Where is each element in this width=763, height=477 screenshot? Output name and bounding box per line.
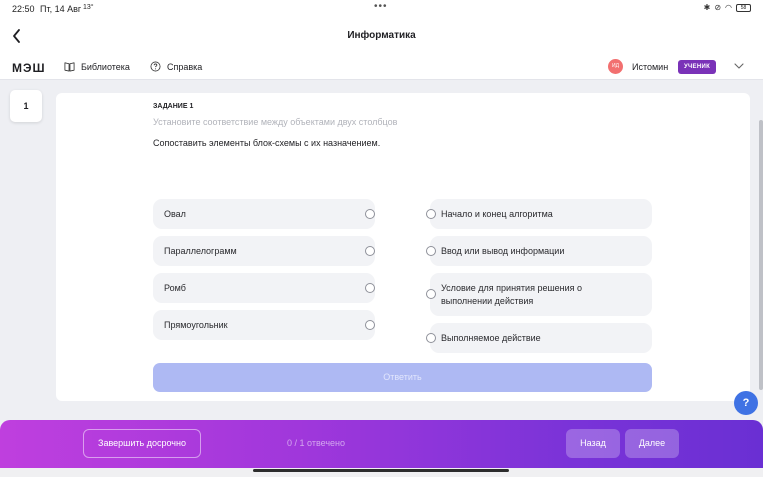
progress-text: 0 / 1 отвечено [287,438,345,448]
right-item-action[interactable]: Выполняемое действие [426,323,652,353]
avatar[interactable]: ИД [608,59,623,74]
right-item-label: Начало и конец алгоритма [441,209,553,219]
help-link[interactable]: Справка [150,61,202,72]
finish-early-button[interactable]: Завершить досрочно [83,429,201,458]
help-label: Справка [167,61,203,72]
system-icons: ✱ ⊘ ◠ 58 [704,3,751,12]
match-radio[interactable] [365,320,375,330]
left-item-label: Овал [164,209,186,219]
next-button[interactable]: Далее [625,429,679,458]
right-item-label: Ввод или вывод информации [441,246,565,256]
match-radio[interactable] [426,209,436,219]
status-time: 22:50 [12,4,35,14]
task-label: ЗАДАНИЕ 1 [153,103,194,110]
multiwindow-dots-icon[interactable]: ••• [374,1,388,12]
nav-bar: МЭШ Библиотека Справка ИД Истомин УЧЕНИК [0,54,763,80]
right-item-label: Выполняемое действие [441,333,541,343]
left-item-label: Ромб [164,283,186,293]
wifi-icon: ◠ [725,3,732,12]
help-circle-icon [150,61,161,72]
left-item-oval[interactable]: Овал [153,199,375,229]
mesh-logo[interactable]: МЭШ [12,61,46,75]
match-radio[interactable] [365,246,375,256]
task-card: ЗАДАНИЕ 1 Установите соответствие между … [56,93,750,401]
left-item-label: Прямоугольник [164,320,228,330]
chevron-down-icon[interactable] [734,62,744,70]
scrollbar[interactable] [759,120,763,390]
library-link[interactable]: Библиотека [64,61,130,72]
match-radio[interactable] [426,246,436,256]
book-icon [64,62,75,72]
task-question: Сопоставить элементы блок-схемы с их наз… [153,138,381,148]
match-radio[interactable] [365,283,375,293]
right-item-condition[interactable]: Условие для принятия решения о выполнени… [426,273,652,316]
user-name[interactable]: Истомин [632,62,668,72]
match-radio[interactable] [365,209,375,219]
status-bar: 22:50 Пт, 14 Авг 13° ••• ✱ ⊘ ◠ 58 [0,0,763,18]
left-item-rectangle[interactable]: Прямоугольник [153,310,375,340]
left-item-parallelogram[interactable]: Параллелограмм [153,236,375,266]
mute-icon: ⊘ [714,3,722,12]
battery-icon: 58 [736,3,751,12]
match-radio[interactable] [426,333,436,343]
task-instruction: Установите соответствие между объектами … [153,117,398,127]
status-date: Пт, 14 Авг [40,4,82,14]
status-temperature: 13° [83,4,94,11]
right-item-input-output[interactable]: Ввод или вывод информации [426,236,652,266]
library-label: Библиотека [81,61,130,72]
gesture-bar[interactable] [253,469,509,472]
match-radio[interactable] [426,289,436,299]
back-button[interactable]: Назад [566,429,620,458]
bottom-bar: Завершить досрочно 0 / 1 отвечено Назад … [0,420,763,468]
left-item-label: Параллелограмм [164,246,237,256]
help-fab-button[interactable]: ? [734,391,758,415]
bluetooth-icon: ✱ [703,3,711,12]
app-bar: Информатика [0,18,763,54]
role-badge: УЧЕНИК [678,60,717,74]
page-title: Информатика [347,30,416,41]
right-item-label: Условие для принятия решения о выполнени… [441,283,583,306]
answer-button[interactable]: Ответить [153,363,652,392]
task-number-tile[interactable]: 1 [10,90,42,122]
left-item-rhombus[interactable]: Ромб [153,273,375,303]
right-item-start-end[interactable]: Начало и конец алгоритма [426,199,652,229]
